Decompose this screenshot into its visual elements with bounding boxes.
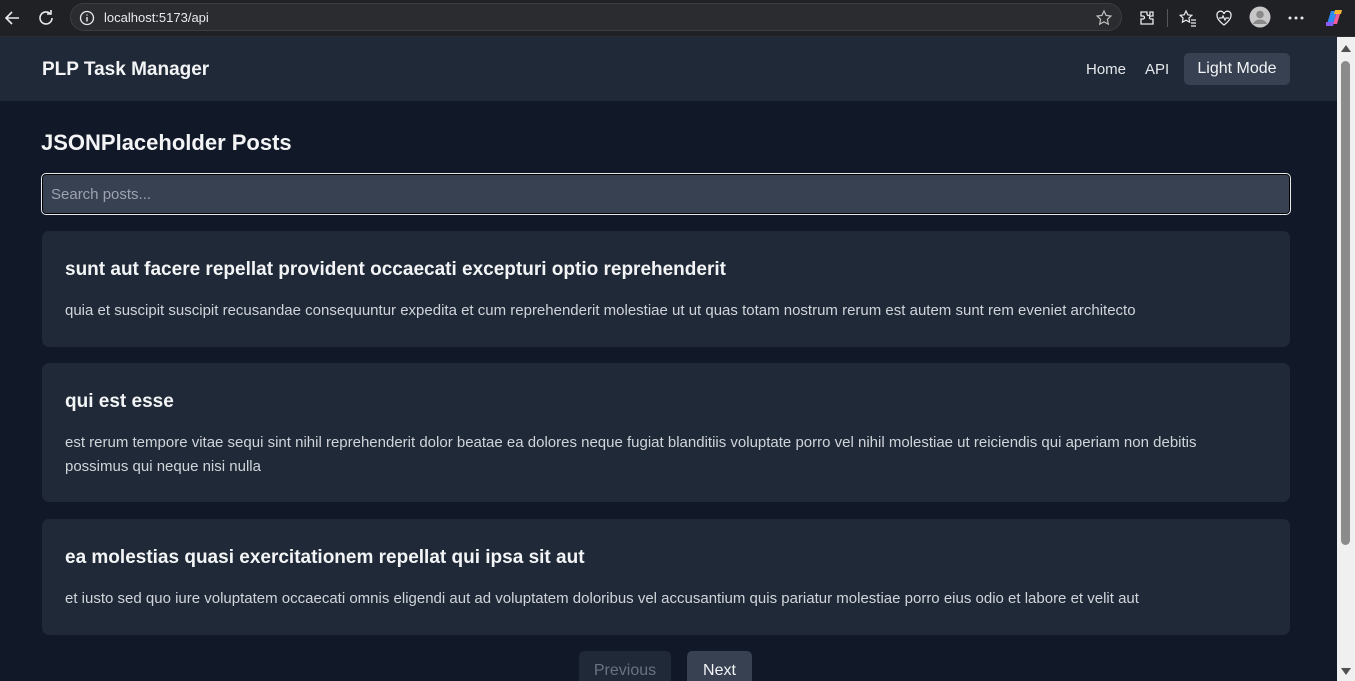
browser-toolbar: localhost:5173/api [0, 0, 1355, 37]
more-icon[interactable] [1286, 8, 1306, 28]
nav-link-home[interactable]: Home [1086, 61, 1126, 78]
post-card: ea molestias quasi exercitationem repell… [42, 519, 1290, 635]
post-card: qui est esse est rerum tempore vitae seq… [42, 363, 1290, 502]
brand-title[interactable]: PLP Task Manager [42, 59, 209, 81]
navbar: PLP Task Manager Home API Light Mode [0, 37, 1337, 101]
refresh-icon[interactable] [35, 7, 57, 29]
app-viewport: PLP Task Manager Home API Light Mode JSO… [0, 37, 1337, 681]
next-button[interactable]: Next [687, 651, 752, 681]
extensions-icon[interactable] [1137, 8, 1157, 28]
post-body: et iusto sed quo iure voluptatem occaeca… [65, 590, 1139, 607]
address-bar[interactable]: localhost:5173/api [70, 3, 1122, 31]
profile-icon[interactable] [1249, 6, 1271, 28]
post-body: quia et suscipit suscipit recusandae con… [65, 302, 1136, 319]
favorites-icon[interactable] [1178, 8, 1198, 28]
copilot-icon[interactable] [1322, 6, 1346, 30]
health-icon[interactable] [1214, 8, 1234, 28]
search-input[interactable] [41, 173, 1291, 215]
star-icon[interactable] [1095, 9, 1113, 32]
post-title: qui est esse [65, 391, 174, 412]
back-arrow-icon[interactable] [2, 7, 24, 29]
nav-link-api[interactable]: API [1145, 61, 1169, 78]
post-title: ea molestias quasi exercitationem repell… [65, 547, 585, 568]
theme-toggle-button[interactable]: Light Mode [1184, 53, 1290, 85]
previous-button[interactable]: Previous [579, 651, 671, 681]
post-card: sunt aut facere repellat provident occae… [42, 231, 1290, 347]
post-title: sunt aut facere repellat provident occae… [65, 259, 726, 280]
toolbar-divider [1167, 9, 1168, 27]
page-title: JSONPlaceholder Posts [41, 130, 292, 155]
scroll-up-arrow-icon[interactable] [1341, 45, 1351, 52]
post-body: est rerum tempore vitae sequi sint nihil… [65, 434, 1197, 475]
scrollbar[interactable] [1337, 37, 1355, 681]
scroll-down-arrow-icon[interactable] [1341, 668, 1351, 675]
info-icon[interactable] [79, 10, 95, 31]
scrollbar-thumb[interactable] [1341, 61, 1350, 545]
url-text[interactable]: localhost:5173/api [104, 10, 209, 25]
